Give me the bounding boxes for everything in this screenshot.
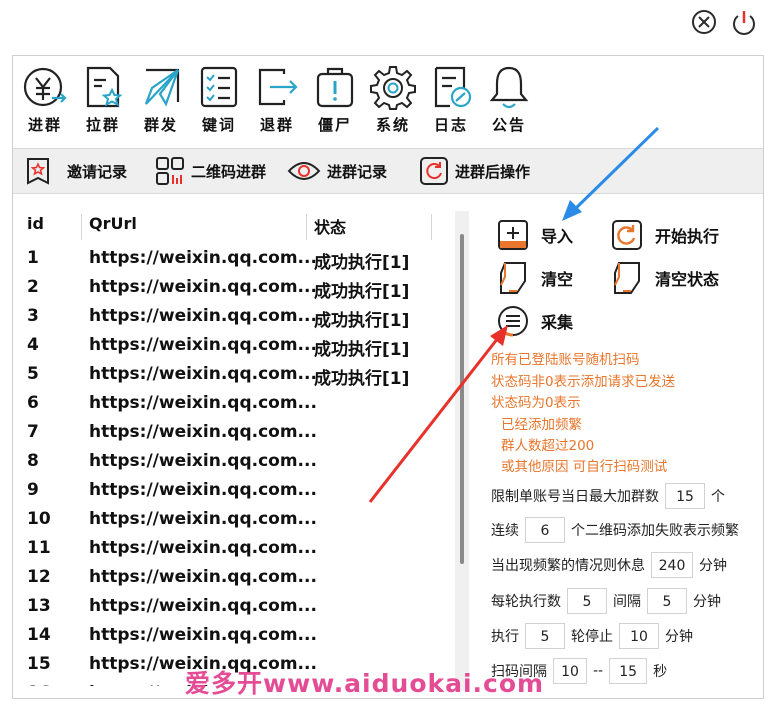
red-arrow xyxy=(368,325,508,503)
watermark: 爱多开www.aiduokai.com xyxy=(185,669,545,698)
annotation-arrows xyxy=(368,126,660,503)
blue-arrow xyxy=(562,126,660,221)
